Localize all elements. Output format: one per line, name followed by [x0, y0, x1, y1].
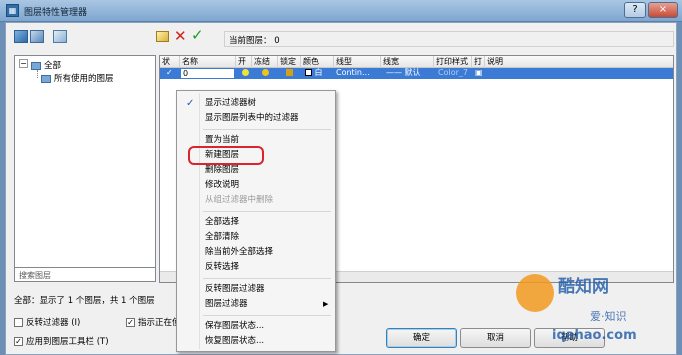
menu-item-label: 除当前外全部选择	[205, 247, 274, 257]
col-lineweight[interactable]: 线宽	[381, 56, 434, 68]
new-property-filter-icon[interactable]	[14, 30, 28, 43]
watermark-text: 爱·知识	[590, 310, 627, 323]
menu-item-label: 反转图层过滤器	[205, 284, 265, 294]
checkbox-label: 反转过滤器 (I)	[26, 318, 81, 328]
checkbox-box[interactable]: ✓	[126, 318, 135, 327]
watermark-emblem	[516, 274, 554, 312]
watermark-logo: 酷知网 爱·知识 iqahao.com	[512, 268, 677, 352]
bulb-icon[interactable]	[240, 68, 249, 79]
context-menu: ✓ 显示过滤器树 显示图层列表中的过滤器 置为当前 新建图层 删除图层 修改说明 …	[176, 90, 336, 352]
menu-item-delete-layer[interactable]: 删除图层	[177, 163, 335, 178]
color-label: 白	[314, 68, 323, 77]
annotation-highlight	[188, 146, 264, 165]
col-color[interactable]: 颜色	[301, 56, 334, 68]
filter-icon	[31, 61, 41, 70]
submenu-arrow-icon: ▶	[323, 300, 329, 308]
menu-item-label: 修改说明	[205, 180, 240, 190]
col-freeze[interactable]: 冻结	[252, 56, 278, 68]
watermark-text: 酷知网	[558, 277, 609, 297]
checkbox-label: 应用到图层工具栏 (T)	[26, 337, 109, 347]
close-icon[interactable]: ×	[648, 2, 678, 18]
status-text: 全部：显示了 1 个图层，共 1 个图层	[14, 296, 155, 306]
search-input[interactable]: 搜索图层	[14, 267, 156, 282]
menu-item-label: 从组过滤器中删除	[205, 195, 274, 205]
menu-item-select-all-but-current[interactable]: 除当前外全部选择	[177, 245, 335, 260]
menu-item-restore-layer-states[interactable]: 恢复图层状态...	[177, 334, 335, 349]
col-on[interactable]: 开	[236, 56, 252, 68]
tree-collapse-icon[interactable]: −	[19, 59, 28, 68]
apply-to-toolbar-checkbox[interactable]: ✓ 应用到图层工具栏 (T)	[14, 335, 109, 347]
current-layer-label: 当前图层：	[229, 36, 272, 46]
tree-item-used-layers[interactable]: 所有使用的图层	[41, 72, 114, 84]
menu-item-label: 图层过滤器	[205, 299, 248, 309]
menu-item-label: 恢复图层状态...	[205, 336, 265, 346]
menu-item-invert-selection[interactable]: 反转选择	[177, 260, 335, 275]
lineweight-cell[interactable]: —— 默认	[384, 68, 434, 79]
menu-item-save-layer-states[interactable]: 保存图层状态...	[177, 319, 335, 334]
color-swatch[interactable]: 白	[303, 68, 323, 79]
checkbox-box[interactable]	[14, 318, 23, 327]
col-status[interactable]: 状	[160, 56, 180, 68]
help-icon[interactable]: ?	[624, 2, 646, 18]
menu-item-modify-description[interactable]: 修改说明	[177, 178, 335, 193]
delete-layer-icon[interactable]: ✕	[174, 27, 188, 45]
menu-item-layer-filters[interactable]: 图层过滤器 ▶	[177, 297, 335, 312]
menu-item-show-filters-in-list[interactable]: 显示图层列表中的过滤器	[177, 111, 335, 126]
menu-item-label: 全部选择	[205, 217, 240, 227]
menu-separator	[203, 315, 331, 316]
col-linetype[interactable]: 线型	[334, 56, 381, 68]
tree-item-label: 全部	[44, 61, 62, 71]
col-lock[interactable]: 锁定	[278, 56, 301, 68]
menu-item-label: 反转选择	[205, 262, 240, 272]
menu-item-label: 显示过滤器树	[205, 98, 257, 108]
table-row[interactable]: ✓ 0 白 Contin... —— 默认 Color_7 ▣	[160, 68, 673, 79]
layer-list-header: 状 名称 开 冻结 锁定 颜色 线型 线宽 打印样式 打 说明	[160, 56, 673, 68]
menu-separator	[203, 211, 331, 212]
menu-item-show-filter-tree[interactable]: ✓ 显示过滤器树	[177, 96, 335, 111]
menu-item-clear-all[interactable]: 全部清除	[177, 230, 335, 245]
plot-style-cell: Color_7	[438, 68, 468, 77]
menu-item-label: 全部清除	[205, 232, 240, 242]
col-plot[interactable]: 打	[472, 56, 485, 68]
printer-icon[interactable]: ▣	[473, 68, 483, 79]
tree-connector	[37, 70, 38, 78]
window-title: 图层特性管理器	[24, 8, 88, 18]
menu-item-select-all[interactable]: 全部选择	[177, 215, 335, 230]
new-layer-icon[interactable]	[156, 31, 169, 42]
current-layer-display: 当前图层： 0	[224, 31, 674, 47]
invert-filter-checkbox[interactable]: 反转过滤器 (I)	[14, 316, 80, 328]
filter-tree[interactable]: − 全部 所有使用的图层	[14, 55, 156, 281]
menu-item-remove-from-group-filter: 从组过滤器中删除	[177, 193, 335, 208]
menu-item-label: 保存图层状态...	[205, 321, 265, 331]
col-plot-style[interactable]: 打印样式	[434, 56, 472, 68]
current-layer-value: 0	[274, 36, 280, 46]
new-group-filter-icon[interactable]	[30, 30, 44, 43]
status-check-icon: ✓	[166, 68, 173, 77]
menu-item-label: 显示图层列表中的过滤器	[205, 113, 299, 123]
menu-item-label: 置为当前	[205, 135, 240, 145]
watermark-text: iqahao.com	[552, 328, 637, 343]
set-current-icon[interactable]: ✓	[191, 26, 205, 44]
ok-button[interactable]: 确定	[386, 328, 457, 348]
layer-name-field[interactable]: 0	[180, 68, 235, 79]
col-name[interactable]: 名称	[180, 56, 236, 68]
tree-item-all[interactable]: 全部	[31, 59, 61, 71]
col-description[interactable]: 说明	[485, 56, 545, 68]
checkmark-icon: ✓	[186, 98, 195, 109]
linetype-cell[interactable]: Contin...	[334, 68, 380, 79]
layer-states-manager-icon[interactable]	[53, 30, 67, 43]
menu-separator	[203, 278, 331, 279]
checkbox-label: 指示正在使	[138, 318, 181, 328]
checkbox-box[interactable]: ✓	[14, 337, 23, 346]
menu-item-invert-layer-filter[interactable]: 反转图层过滤器	[177, 282, 335, 297]
tree-item-label: 所有使用的图层	[54, 74, 114, 84]
sun-icon[interactable]	[260, 68, 269, 79]
filter-icon	[41, 74, 51, 83]
indicate-in-use-checkbox[interactable]: ✓ 指示正在使	[126, 316, 181, 328]
menu-separator	[203, 129, 331, 130]
lock-icon[interactable]	[284, 68, 293, 79]
menu-item-label: 删除图层	[205, 165, 240, 175]
title-bar: ▦ 图层特性管理器 ? ×	[0, 0, 682, 22]
app-icon: ▦	[6, 4, 19, 17]
